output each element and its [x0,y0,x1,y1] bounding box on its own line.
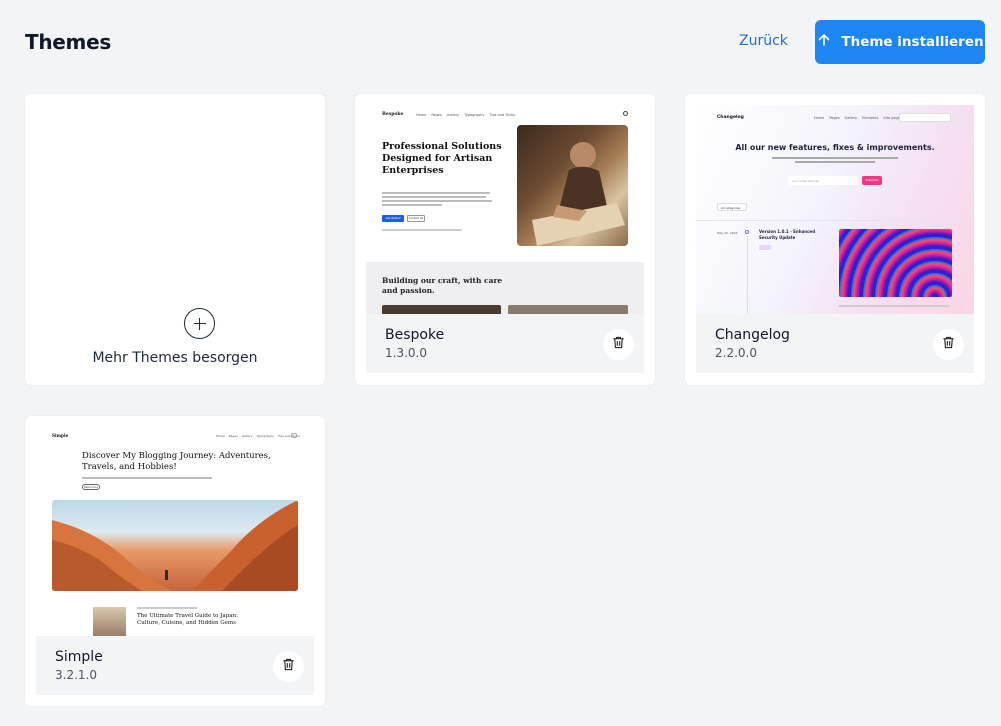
theme-footer: Simple 3.2.1.0 [36,636,314,695]
preview-section-image-1 [382,305,501,314]
preview-brand: Bespoke [382,112,404,117]
preview-headline: Professional Solutions Designed for Arti… [382,141,502,176]
trash-icon [281,657,296,677]
preview-canyon-image [52,500,298,591]
theme-footer: Changelog 2.2.0.0 [696,314,974,373]
trash-icon [611,335,626,355]
preview-entry-image [839,229,952,297]
preview-phone-line [382,229,462,231]
theme-preview-bespoke[interactable]: Bespoke Home Pages Gallery Typography Tips a… [366,105,644,314]
more-themes-card[interactable]: Mehr Themes besorgen [25,94,325,385]
preview-contact: Contact Us [407,215,425,222]
preview-search-icon [291,433,297,438]
theme-name: Bespoke [385,327,445,343]
preview-post-thumbnail [93,607,126,636]
preview-timeline-line [747,236,748,314]
delete-theme-button[interactable] [603,329,634,360]
preview-read-more: Read more [82,484,100,490]
theme-version: 1.3.0.0 [385,346,427,360]
preview-filter: All categories [717,203,747,211]
preview-brand: Changelog [717,115,744,120]
arrow-up-icon [816,32,832,52]
preview-post-title: The Ultimate Travel Guide to Japan: Cult… [137,613,238,626]
page-title: Themes [25,30,111,54]
install-theme-button[interactable]: Theme installieren [815,20,985,64]
theme-preview-simple[interactable]: Simple Home Pages Gallery Typography Tips an… [36,427,314,636]
preview-entry-title: Version 1.0.1 - Enhanced Security Update [759,229,816,240]
plus-circle-icon [184,308,215,339]
preview-divider [696,220,974,221]
delete-theme-button[interactable] [273,651,304,682]
theme-name: Changelog [715,327,790,343]
preview-section-image-2 [508,305,628,314]
more-themes-label: Mehr Themes besorgen [92,350,258,366]
preview-paragraph [382,192,492,206]
theme-version: 2.2.0.0 [715,346,757,360]
preview-search-icon [623,111,628,116]
delete-theme-button[interactable] [933,329,964,360]
preview-post-meta [137,607,197,609]
preview-entry-date: May 20, 2024 [717,231,738,235]
preview-artisan-image [517,125,628,246]
preview-brand: Simple [52,433,69,438]
preview-section-title: Building our craft, with care and passio… [382,276,503,295]
back-link[interactable]: Zurück [739,33,788,49]
preview-intro-text [82,477,212,479]
theme-version: 3.2.1.0 [55,668,97,682]
preview-timeline-dot [745,230,749,234]
preview-get-started: Get started [382,215,404,222]
theme-card-bespoke[interactable]: Bespoke Home Pages Gallery Typography Tips a… [355,94,655,385]
preview-headline: All our new features, fixes & improvemen… [735,143,935,152]
preview-nav: Home Pages Gallery Typography Tips and Trick… [216,434,300,438]
preview-entry-badge [759,245,771,250]
theme-card-simple[interactable]: Simple Home Pages Gallery Typography Tips an… [25,416,325,706]
theme-name: Simple [55,649,103,665]
install-theme-label: Theme installieren [841,34,984,50]
preview-nav: Home Pages Gallery Typography Tips and Trick… [416,113,516,117]
theme-footer: Bespoke 1.3.0.0 [366,314,644,373]
preview-subtitle [772,157,898,163]
preview-nav: Home Pages Gallery Elements Info page [814,116,900,120]
preview-subscribe: Subscribe [862,176,882,185]
preview-search-field [899,113,951,122]
theme-preview-changelog[interactable]: Changelog Home Pages Gallery Elements Info p… [696,105,974,314]
theme-card-changelog[interactable]: Changelog Home Pages Gallery Elements Info p… [685,94,985,385]
preview-entry-text [839,305,949,307]
preview-email-input: your email address [788,176,858,185]
trash-icon [941,335,956,355]
preview-headline: Discover My Blogging Journey: Adventures… [82,451,271,472]
